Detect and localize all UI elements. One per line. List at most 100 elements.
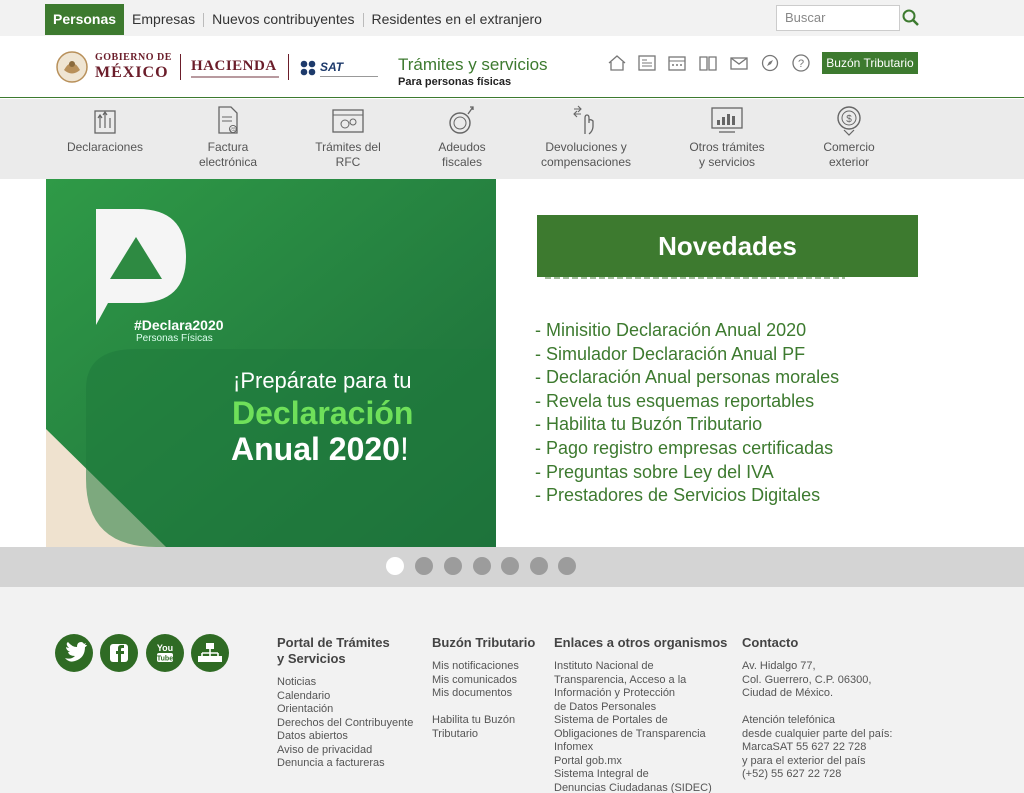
nav-nuevos-contribuyentes[interactable]: Nuevos contribuyentes: [204, 4, 362, 35]
coat-of-arms-logo[interactable]: [55, 50, 89, 84]
category-comercio[interactable]: $ Comercio exterior: [789, 104, 909, 170]
category-devoluciones[interactable]: Devoluciones y compensaciones: [526, 104, 646, 170]
footer-link[interactable]: Datos abiertos: [277, 730, 413, 744]
contact-address: Av. Hidalgo 77,: [742, 660, 816, 672]
footer-link[interactable]: de Datos Personales: [554, 701, 727, 715]
top-bar: Personas Empresas Nuevos contribuyentes …: [0, 0, 1024, 36]
logo-divider: [288, 54, 289, 80]
compass-icon[interactable]: [760, 54, 780, 72]
footer-link[interactable]: Calendario: [277, 690, 413, 704]
search-input[interactable]: Buscar: [776, 5, 900, 31]
footer-heading: Buzón Tributario: [432, 635, 536, 650]
footer-link[interactable]: Portal gob.mx: [554, 755, 727, 769]
calendar-icon[interactable]: [667, 54, 687, 72]
facebook-icon[interactable]: [100, 634, 138, 672]
adeudos-icon: [449, 106, 474, 134]
footer-link[interactable]: Mis documentos: [432, 687, 535, 701]
carousel-dot-5[interactable]: [501, 557, 519, 575]
footer-col-contacto: Contacto Av. Hidalgo 77, Col. Guerrero, …: [742, 635, 892, 782]
home-icon[interactable]: [607, 54, 627, 72]
category-adeudos[interactable]: Adeudos fiscales: [402, 104, 522, 170]
footer-link[interactable]: Mis notificaciones: [432, 660, 535, 674]
footer-link[interactable]: Aviso de privacidad: [277, 744, 413, 758]
footer-link[interactable]: Transparencia, Acceso a la: [554, 674, 727, 688]
footer-link[interactable]: Habilita tu Buzón: [432, 714, 535, 728]
contact-address: Col. Guerrero, C.P. 06300,: [742, 673, 872, 686]
novedades-link[interactable]: - Revela tus esquemas reportables: [535, 390, 839, 414]
twitter-icon[interactable]: [55, 634, 93, 672]
category-label: Declaraciones: [66, 140, 144, 154]
novedades-link[interactable]: - Pago registro empresas certificadas: [535, 437, 839, 461]
hero-banner[interactable]: #Declara2020 Personas Físicas ¡Prepárate…: [46, 179, 496, 547]
footer-link[interactable]: Mis comunicados: [432, 674, 535, 688]
footer-col-buzon: Buzón Tributario Mis notificaciones Mis …: [432, 635, 535, 741]
footer-spacer: [432, 701, 535, 715]
search-icon[interactable]: [902, 8, 920, 28]
footer-spacer: [742, 701, 892, 715]
carousel-dot-2[interactable]: [415, 557, 433, 575]
section-subtitle: Para personas físicas: [398, 76, 512, 88]
footer-link[interactable]: Denuncia a factureras: [277, 757, 413, 771]
nav-empresas[interactable]: Empresas: [124, 4, 203, 35]
footer-heading: Enlaces a otros organismos: [554, 635, 728, 650]
news-icon[interactable]: [637, 54, 657, 72]
svg-text:$: $: [846, 114, 852, 125]
category-rfc[interactable]: Trámites del RFC: [288, 104, 408, 170]
novedades-link[interactable]: - Prestadores de Servicios Digitales: [535, 484, 839, 508]
help-icon[interactable]: ?: [791, 54, 811, 72]
footer-link[interactable]: Instituto Nacional de: [554, 660, 727, 674]
footer-link[interactable]: Obligaciones de Transparencia: [554, 728, 727, 742]
footer-link[interactable]: Infomex: [554, 741, 727, 755]
novedades-link[interactable]: - Simulador Declaración Anual PF: [535, 343, 839, 367]
logo-divider: [180, 54, 181, 80]
comercio-icon: $: [837, 106, 861, 136]
otros-icon: [711, 107, 743, 133]
footer-link[interactable]: Denuncias Ciudadanas (SIDEC): [554, 782, 727, 793]
contact-phone: desde cualquier parte del país:: [742, 727, 893, 740]
novedades-link[interactable]: - Minisitio Declaración Anual 2020: [535, 319, 839, 343]
sat-logo-text: SAT: [320, 60, 344, 74]
novedades-link[interactable]: - Declaración Anual personas morales: [535, 366, 839, 390]
hacienda-logo[interactable]: HACIENDA: [191, 58, 277, 75]
category-label: Factura electrónica: [198, 140, 258, 169]
carousel-dot-6[interactable]: [530, 557, 548, 575]
nav-personas[interactable]: Personas: [45, 4, 125, 35]
carousel-pagination: [0, 547, 1024, 587]
contact-phone: (+52) 55 627 22 728: [742, 768, 842, 780]
book-icon[interactable]: [698, 54, 718, 72]
footer-link[interactable]: Sistema de Portales de: [554, 714, 727, 728]
footer-link[interactable]: Orientación: [277, 703, 413, 717]
sat-logo-icon[interactable]: [300, 60, 318, 76]
category-label: Adeudos fiscales: [438, 140, 486, 169]
youtube-icon[interactable]: You Tube: [146, 634, 184, 672]
novedades-list: - Minisitio Declaración Anual 2020 - Sim…: [535, 319, 839, 508]
svg-text:@: @: [230, 128, 236, 134]
contact-phone: MarcaSAT 55 627 22 728: [742, 741, 867, 753]
category-otros[interactable]: Otros trámites y servicios: [667, 104, 787, 170]
footer-link[interactable]: Derechos del Contribuyente: [277, 717, 413, 731]
category-label: Devoluciones y compensaciones: [540, 140, 632, 169]
mail-icon[interactable]: [729, 54, 749, 72]
devoluciones-icon: [573, 105, 594, 135]
category-declaraciones[interactable]: Declaraciones: [45, 104, 165, 155]
carousel-dot-4[interactable]: [473, 557, 491, 575]
novedades-link[interactable]: - Preguntas sobre Ley del IVA: [535, 461, 839, 485]
footer-link[interactable]: Tributario: [432, 728, 535, 742]
carousel-dot-1[interactable]: [386, 557, 404, 575]
hero-background: [46, 179, 496, 547]
novedades-link[interactable]: - Habilita tu Buzón Tributario: [535, 413, 839, 437]
footer-link[interactable]: Noticias: [277, 676, 413, 690]
category-factura[interactable]: @ Factura electrónica: [168, 104, 288, 170]
carousel-dot-7[interactable]: [558, 557, 576, 575]
footer-col-portal: Portal de Trámites y Servicios Noticias …: [277, 635, 413, 771]
site-footer: You Tube Portal de Trámites y Servicios N…: [0, 587, 1024, 793]
factura-icon: @: [218, 106, 238, 134]
footer-link[interactable]: Información y Protección: [554, 687, 727, 701]
hero-line-2: Declaración: [232, 395, 414, 431]
buzon-tributario-button[interactable]: Buzón Tributario: [822, 52, 918, 74]
footer-link[interactable]: Sistema Integral de: [554, 768, 727, 782]
nav-residentes-extranjero[interactable]: Residentes en el extranjero: [364, 4, 550, 35]
gobierno-de-mexico-logo[interactable]: GOBIERNO DE MÉXICO: [95, 53, 172, 81]
carousel-dot-3[interactable]: [444, 557, 462, 575]
sitemap-icon[interactable]: [191, 634, 229, 672]
